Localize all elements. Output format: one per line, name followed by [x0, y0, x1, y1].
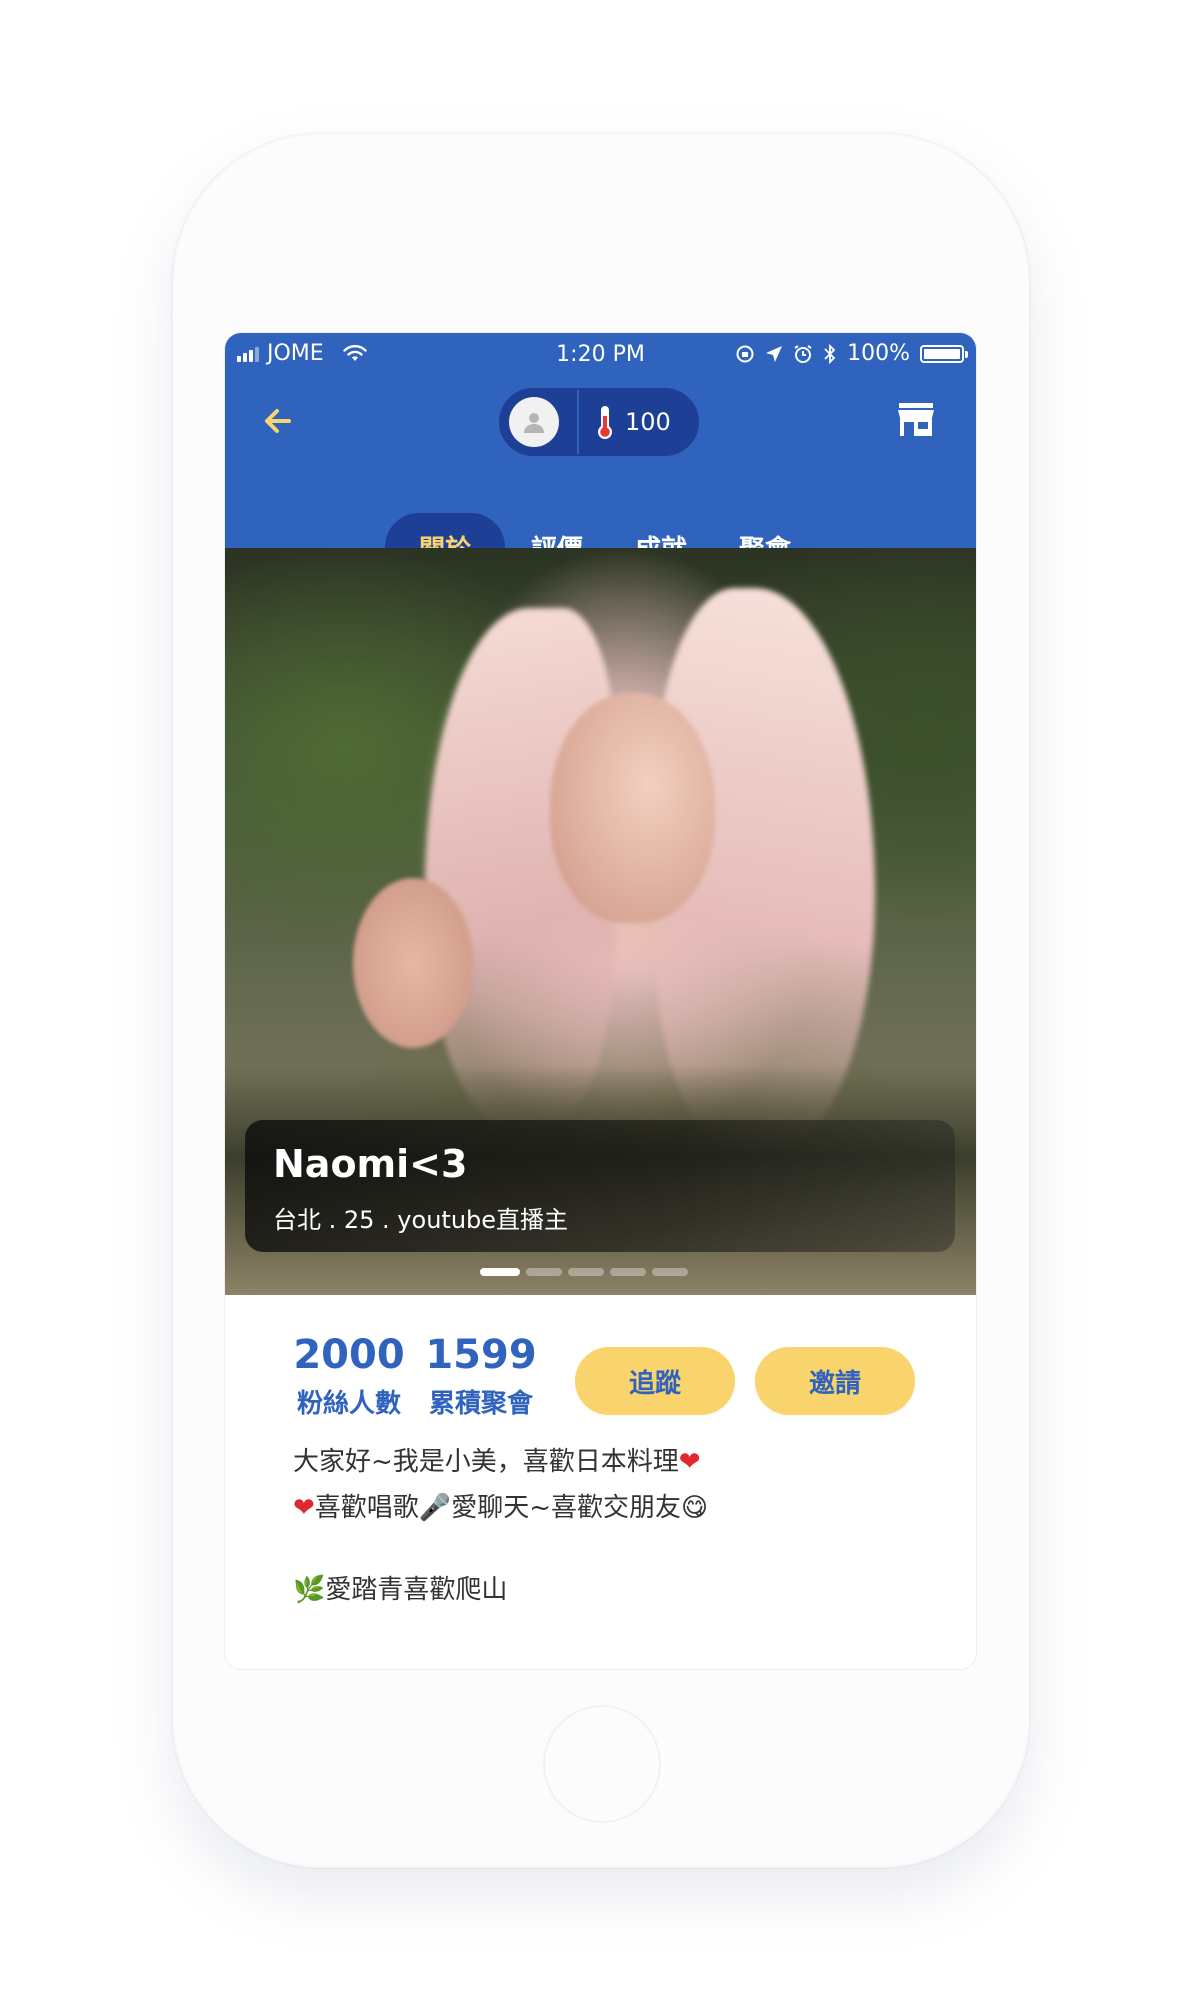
herb-icon: 🌿 — [293, 1575, 326, 1605]
follow-button[interactable]: 追蹤 — [575, 1347, 735, 1415]
profile-name-card: Naomi<3 台北 . 25 . youtube直播主 — [245, 1120, 955, 1252]
carousel-dot[interactable] — [652, 1268, 688, 1276]
battery-icon — [920, 344, 968, 363]
bio-text: 愛聊天~喜歡交朋友 — [451, 1493, 681, 1523]
invite-button[interactable]: 邀請 — [755, 1347, 915, 1415]
app-header: 100 關於 評價 成就 聚會 — [225, 376, 976, 581]
bluetooth-icon — [824, 343, 836, 364]
bio-text: 愛踏青喜歡爬山 — [325, 1575, 508, 1605]
photo-face — [550, 693, 715, 923]
location-arrow-icon — [766, 345, 783, 362]
profile-name: Naomi<3 — [273, 1142, 468, 1186]
bio-text: 大家好~我是小美，喜歡日本料理 — [293, 1447, 679, 1477]
bio-line: ❤喜歡唱歌🎤愛聊天~喜歡交朋友😋 — [293, 1485, 908, 1531]
home-button[interactable] — [543, 1705, 661, 1823]
profile-meta: 台北 . 25 . youtube直播主 — [273, 1206, 569, 1234]
fans-count: 2000 — [293, 1332, 405, 1378]
meetups-count: 1599 — [425, 1332, 537, 1378]
profile-photo[interactable]: Naomi<3 台北 . 25 . youtube直播主 — [225, 548, 976, 1295]
pill-divider — [577, 390, 579, 454]
fans-stat: 2000 粉絲人數 — [293, 1333, 405, 1420]
bio-text: 喜歡唱歌 — [314, 1493, 419, 1523]
carousel-indicator — [480, 1268, 688, 1276]
status-right: 100% — [735, 341, 968, 366]
bio-spacer — [293, 1531, 908, 1567]
heart-icon: ❤ — [293, 1493, 315, 1523]
carousel-dot[interactable] — [568, 1268, 604, 1276]
app-screen: JOME 1:20 PM 100% 100 Naomi<3 台北 . 25 . … — [225, 333, 976, 1669]
battery-percent: 100% — [847, 341, 910, 366]
fans-label: 粉絲人數 — [296, 1389, 401, 1419]
status-bar: JOME 1:20 PM 100% — [225, 333, 976, 376]
store-icon[interactable] — [894, 398, 938, 442]
user-silhouette-icon — [524, 413, 544, 433]
microphone-icon: 🎤 — [418, 1493, 452, 1523]
avatar[interactable] — [509, 397, 559, 447]
thermometer-icon — [598, 406, 612, 439]
stage: JOME 1:20 PM 100% 100 Naomi<3 台北 . 25 . … — [0, 0, 1200, 2000]
carousel-dot[interactable] — [480, 1268, 520, 1276]
user-temperature-pill[interactable]: 100 — [499, 388, 699, 456]
carousel-dot[interactable] — [526, 1268, 562, 1276]
profile-stats: 2000 粉絲人數 1599 累積聚會 追蹤 邀請 — [225, 1295, 976, 1427]
temperature-value: 100 — [625, 408, 671, 436]
alarm-icon — [794, 344, 812, 363]
yum-face-icon: 😋 — [680, 1493, 709, 1523]
heart-icon: ❤ — [678, 1447, 701, 1477]
carousel-dot[interactable] — [610, 1268, 646, 1276]
meetups-stat: 1599 累積聚會 — [425, 1333, 537, 1420]
profile-bio: 大家好~我是小美，喜歡日本料理❤ ❤喜歡唱歌🎤愛聊天~喜歡交朋友😋 🌿愛踏青喜歡… — [225, 1427, 976, 1613]
meetups-label: 累積聚會 — [428, 1389, 533, 1419]
bio-line: 🌿愛踏青喜歡爬山 — [293, 1567, 908, 1613]
bio-line: 大家好~我是小美，喜歡日本料理❤ — [293, 1439, 908, 1485]
photo-hand — [353, 878, 473, 1048]
back-arrow-icon[interactable] — [255, 398, 301, 444]
orientation-lock-icon — [736, 345, 754, 362]
